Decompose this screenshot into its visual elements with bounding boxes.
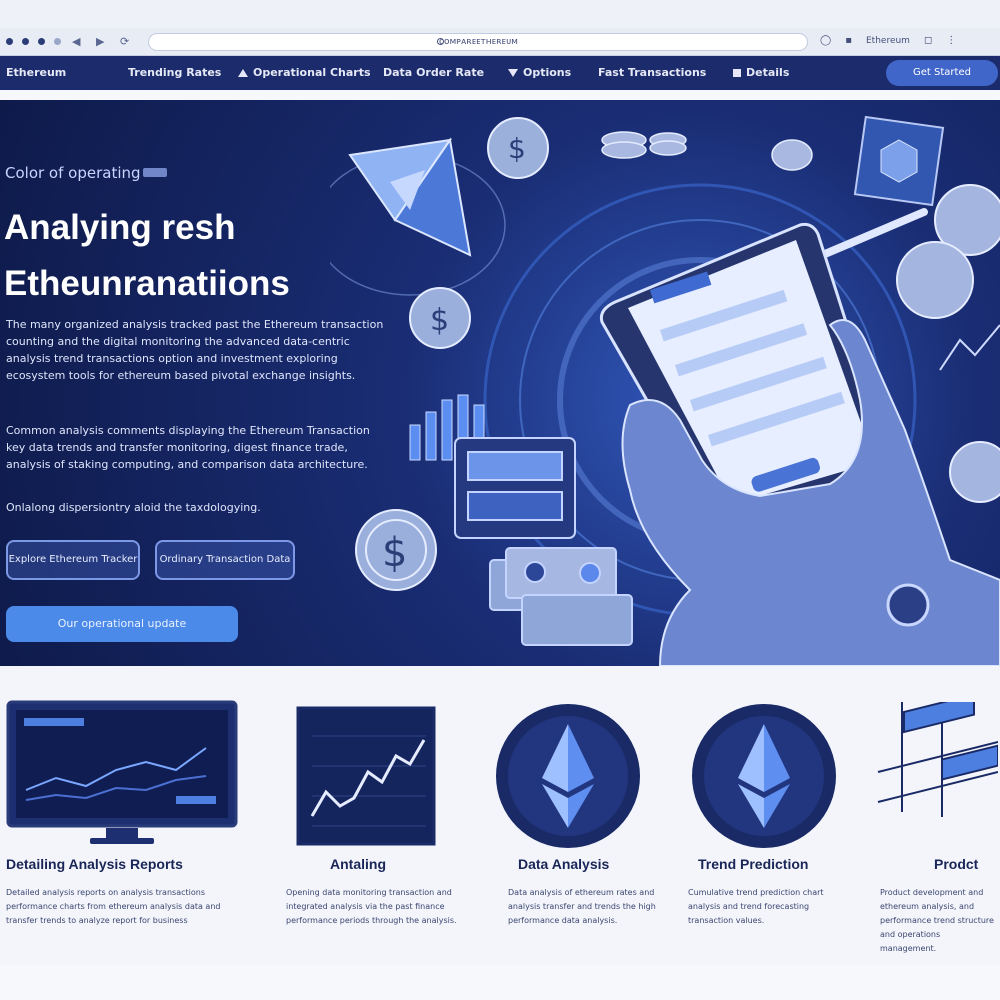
feature-title-3: Data Analysis: [518, 856, 610, 872]
menu-dot[interactable]: [54, 38, 61, 45]
nav-item-trending[interactable]: Trending Rates: [128, 66, 221, 79]
more-icon[interactable]: ⋮: [946, 35, 956, 46]
hero-paragraph-3: Onlalong dispersiontry aloid the taxdolo…: [6, 501, 261, 514]
nav-item-home[interactable]: Ethereum: [6, 66, 66, 79]
coin-icon: $: [409, 287, 471, 349]
nav-item-order-rate[interactable]: Data Order Rate: [383, 66, 484, 79]
nav-item-options-label: Options: [523, 66, 572, 79]
feature-desc-5: Product development and ethereum analysi…: [880, 888, 994, 953]
get-started-button[interactable]: Get Started: [886, 60, 998, 86]
browser-toolbar: ◀ ▶ ⟳ ᴄᴏᴍᴘᴀʀᴇᴇᴛʜᴇʀᴇᴜᴍ ◯ ▪ Ethereum ◻ ⋮: [0, 28, 1000, 56]
feature-title-1: Detailing Analysis Reports: [6, 856, 183, 872]
nav-item-charts-label: Operational Charts: [253, 66, 371, 79]
close-window-dot[interactable]: [6, 38, 13, 45]
lock-icon: [437, 38, 444, 45]
feature-desc-2: Opening data monitoring transaction and …: [286, 888, 457, 925]
nav-item-options[interactable]: Options: [508, 66, 571, 79]
square-icon: [733, 69, 741, 77]
feature-desc-1: Detailed analysis reports on analysis tr…: [6, 888, 221, 925]
back-arrow-icon[interactable]: ◀: [72, 35, 80, 48]
hero-eyebrow: Color of operating: [5, 164, 141, 182]
hero-paragraph-1: The many organized analysis tracked past…: [6, 318, 384, 382]
top-navigation: Ethereum Trending Rates Operational Char…: [0, 56, 1000, 90]
url-text: ᴄᴏᴍᴘᴀʀᴇᴇᴛʜᴇʀᴇᴜᴍ: [439, 37, 518, 47]
hexagon-chip-icon: [853, 115, 945, 207]
hero-illustration: $ $ $: [330, 115, 1000, 666]
monitor-chart-icon: [6, 700, 238, 844]
coin-icon: $: [487, 117, 549, 179]
window-controls: [6, 38, 61, 45]
address-bar[interactable]: ᴄᴏᴍᴘᴀʀᴇᴇᴛʜᴇʀᴇᴜᴍ: [148, 33, 808, 51]
features-section: Detailing Analysis Reports Antaling Data…: [0, 666, 1000, 966]
feature-title-2: Antaling: [330, 856, 386, 872]
nav-item-details[interactable]: Details: [733, 66, 789, 79]
minimize-window-dot[interactable]: [22, 38, 29, 45]
coin-stack-icon: [601, 131, 813, 171]
card-stack-icon: [454, 437, 633, 646]
feature-title-4: Trend Prediction: [698, 856, 809, 872]
svg-text:$: $: [508, 132, 526, 165]
transaction-data-button[interactable]: Ordinary Transaction Data: [155, 540, 295, 580]
extension-icon[interactable]: ▪: [845, 35, 852, 46]
profile-label[interactable]: Ethereum: [866, 36, 910, 46]
isometric-chart-icon: [877, 702, 998, 817]
svg-text:$: $: [430, 303, 449, 338]
chevron-down-icon: [508, 69, 518, 77]
profile-icon[interactable]: ◯: [820, 35, 831, 46]
reload-icon[interactable]: ⟳: [120, 35, 129, 48]
ethereum-coin-icon: [692, 704, 836, 848]
nav-item-transactions[interactable]: Fast Transactions: [598, 66, 706, 79]
line-chart-icon: [296, 706, 436, 846]
feature-desc-3: Data analysis of ethereum rates and anal…: [508, 888, 656, 925]
maximize-window-dot[interactable]: [38, 38, 45, 45]
coin-icon: $: [355, 509, 437, 591]
hero-paragraph-2: Common analysis comments displaying the …: [6, 424, 370, 471]
nav-item-details-label: Details: [746, 66, 790, 79]
trend-line-icon: [939, 324, 1000, 371]
nav-item-charts[interactable]: Operational Charts: [238, 66, 371, 79]
explore-tracker-button[interactable]: Explore Ethereum Tracker: [6, 540, 140, 580]
forward-arrow-icon[interactable]: ▶: [96, 35, 104, 48]
settings-icon[interactable]: ◻: [924, 35, 932, 46]
feature-desc-4: Cumulative trend prediction chart analys…: [688, 888, 824, 925]
eyebrow-badge: [143, 168, 167, 177]
browser-actions: ◯ ▪ Ethereum ◻ ⋮: [820, 35, 956, 46]
ethereum-diamond-icon: [348, 137, 472, 257]
feature-title-5: Prodct: [934, 856, 979, 872]
triangle-icon: [238, 69, 248, 77]
cta-button[interactable]: Our operational update: [6, 606, 238, 642]
svg-text:$: $: [382, 530, 407, 576]
ethereum-coin-icon: [496, 704, 640, 848]
hero-section: Color of operating Analying resh Etheunr…: [0, 100, 1000, 666]
